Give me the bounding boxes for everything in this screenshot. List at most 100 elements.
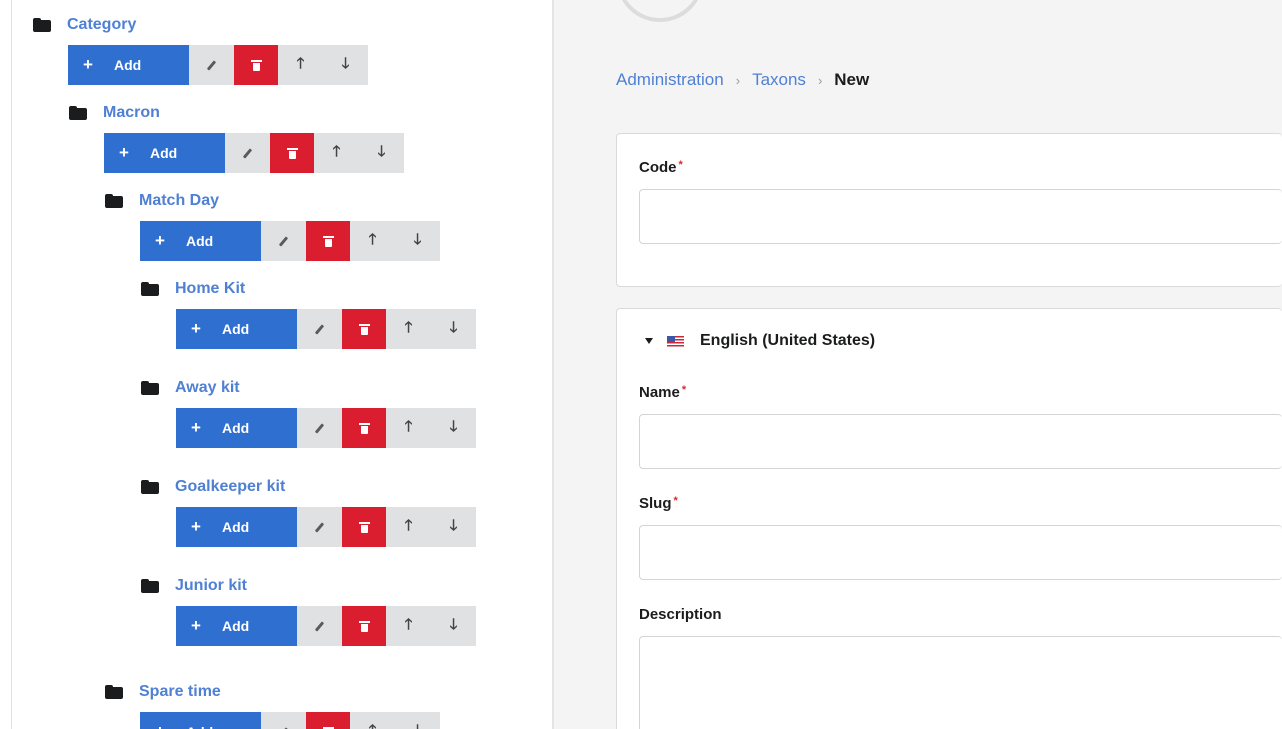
pencil-icon xyxy=(278,235,289,247)
folder-icon xyxy=(141,282,159,296)
add-child-button[interactable]: +Add xyxy=(176,408,297,448)
add-child-button[interactable]: +Add xyxy=(104,133,225,173)
folder-icon xyxy=(69,106,87,120)
breadcrumb-taxons[interactable]: Taxons xyxy=(752,70,806,90)
arrow-up-icon: 🡑 xyxy=(369,720,377,729)
trash-icon xyxy=(358,422,370,434)
edit-button[interactable] xyxy=(297,606,342,646)
plus-icon: + xyxy=(191,418,201,437)
tree-node-macron: Macron + Add 🡑 🡓 xyxy=(69,102,404,173)
move-up-button[interactable]: 🡑 xyxy=(386,309,431,349)
edit-button[interactable] xyxy=(225,133,270,173)
move-down-button[interactable]: 🡓 xyxy=(323,45,368,85)
edit-button[interactable] xyxy=(297,408,342,448)
tree-node-link[interactable]: Junior kit xyxy=(175,577,247,595)
node-actions: +Add 🡑 🡓 xyxy=(68,45,368,85)
plus-icon: + xyxy=(83,55,93,74)
arrow-up-icon: 🡑 xyxy=(404,615,413,633)
move-down-button[interactable]: 🡓 xyxy=(431,606,476,646)
tree-node-junior-kit: Junior kit + Add 🡑 🡓 xyxy=(141,575,476,646)
required-mark: * xyxy=(673,495,678,507)
delete-button[interactable] xyxy=(342,309,386,349)
caret-down-icon xyxy=(645,338,653,344)
delete-button[interactable] xyxy=(342,408,386,448)
add-child-button[interactable]: +Add xyxy=(176,507,297,547)
move-up-button[interactable]: 🡑 xyxy=(350,712,395,729)
code-input[interactable] xyxy=(639,189,1282,244)
add-child-button[interactable]: +Add xyxy=(176,606,297,646)
edit-button[interactable] xyxy=(297,507,342,547)
arrow-up-icon: 🡑 xyxy=(332,142,341,160)
arrow-up-icon: 🡑 xyxy=(404,318,413,336)
tree-node-link[interactable]: Category xyxy=(67,16,136,34)
edit-button[interactable] xyxy=(261,221,306,261)
move-down-button[interactable]: 🡓 xyxy=(395,712,440,729)
us-flag-icon xyxy=(667,335,684,347)
tree-node-link[interactable]: Home Kit xyxy=(175,280,245,298)
breadcrumb-administration[interactable]: Administration xyxy=(616,70,724,90)
move-up-button[interactable]: 🡑 xyxy=(314,133,359,173)
tree-node-goalkeeper-kit: Goalkeeper kit + Add 🡑 🡓 xyxy=(141,476,476,547)
pencil-icon xyxy=(242,147,253,159)
pencil-icon xyxy=(314,323,325,335)
move-down-button[interactable]: 🡓 xyxy=(431,507,476,547)
delete-button[interactable] xyxy=(234,45,278,85)
move-down-button[interactable]: 🡓 xyxy=(431,309,476,349)
trash-icon xyxy=(250,59,262,71)
tree-node-home-kit: Home Kit + Add 🡑 🡓 xyxy=(141,278,476,349)
node-actions: +Add 🡑 🡓 xyxy=(176,408,476,448)
name-input[interactable] xyxy=(639,414,1282,469)
language-name: English (United States) xyxy=(700,332,876,349)
trash-icon xyxy=(358,521,370,533)
move-up-button[interactable]: 🡑 xyxy=(278,45,323,85)
breadcrumb: Administration › Taxons › New xyxy=(616,68,869,92)
arrow-down-icon: 🡓 xyxy=(413,230,422,248)
language-accordion-toggle[interactable]: English (United States) xyxy=(645,330,875,352)
move-up-button[interactable]: 🡑 xyxy=(386,606,431,646)
tree-node-link[interactable]: Macron xyxy=(103,104,160,122)
pencil-icon xyxy=(314,422,325,434)
tree-node-away-kit: Away kit + Add 🡑 🡓 xyxy=(141,377,476,448)
name-label: Name * xyxy=(639,384,687,401)
move-down-button[interactable]: 🡓 xyxy=(395,221,440,261)
delete-button[interactable] xyxy=(306,712,350,729)
plus-icon: + xyxy=(191,616,201,635)
arrow-up-icon: 🡑 xyxy=(404,417,413,435)
chevron-right-icon: › xyxy=(735,72,741,88)
move-down-button[interactable]: 🡓 xyxy=(359,133,404,173)
arrow-down-icon: 🡓 xyxy=(341,54,350,72)
add-child-button[interactable]: +Add xyxy=(68,45,189,85)
move-down-button[interactable]: 🡓 xyxy=(431,408,476,448)
slug-label: Slug * xyxy=(639,495,678,512)
tree-node-link[interactable]: Away kit xyxy=(175,379,240,397)
node-actions: +Add 🡑 🡓 xyxy=(104,133,404,173)
description-textarea[interactable] xyxy=(639,636,1282,729)
folder-icon xyxy=(105,685,123,699)
plus-icon: + xyxy=(191,319,201,338)
edit-button[interactable] xyxy=(261,712,306,729)
edit-button[interactable] xyxy=(297,309,342,349)
pencil-icon xyxy=(314,521,325,533)
add-child-button[interactable]: +Add xyxy=(140,221,261,261)
tree-node-link[interactable]: Match Day xyxy=(139,192,219,210)
delete-button[interactable] xyxy=(270,133,314,173)
arrow-down-icon: 🡓 xyxy=(449,417,458,435)
panel-edge xyxy=(11,0,12,729)
add-child-button[interactable]: +Add xyxy=(176,309,297,349)
trash-icon xyxy=(322,235,334,247)
tree-node-link[interactable]: Spare time xyxy=(139,683,221,701)
tree-node-match-day: Match Day + Add 🡑 🡓 xyxy=(105,190,440,261)
move-up-button[interactable]: 🡑 xyxy=(386,507,431,547)
delete-button[interactable] xyxy=(342,606,386,646)
slug-input[interactable] xyxy=(639,525,1282,580)
arrow-down-icon: 🡓 xyxy=(449,516,458,534)
add-child-button[interactable]: +Add xyxy=(140,712,261,729)
delete-button[interactable] xyxy=(306,221,350,261)
move-up-button[interactable]: 🡑 xyxy=(350,221,395,261)
edit-button[interactable] xyxy=(189,45,234,85)
pencil-icon xyxy=(314,620,325,632)
move-up-button[interactable]: 🡑 xyxy=(386,408,431,448)
tree-node-link[interactable]: Goalkeeper kit xyxy=(175,478,285,496)
plus-icon: + xyxy=(155,231,165,250)
delete-button[interactable] xyxy=(342,507,386,547)
